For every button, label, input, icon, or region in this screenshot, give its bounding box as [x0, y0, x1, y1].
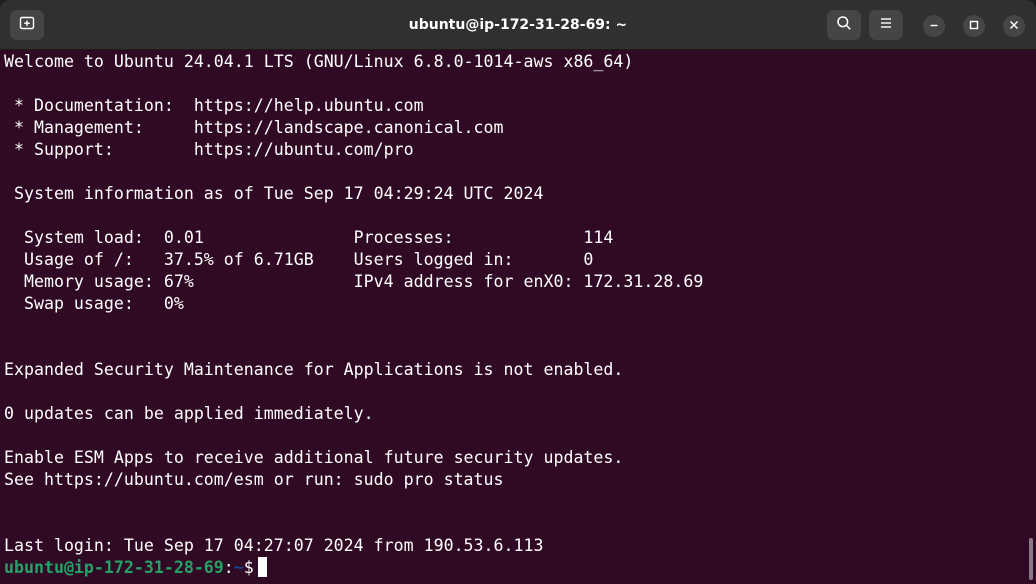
prompt-symbol: $ — [243, 558, 254, 577]
close-button[interactable] — [1003, 15, 1025, 37]
terminal-output[interactable]: Welcome to Ubuntu 24.04.1 LTS (GNU/Linux… — [0, 50, 1030, 584]
minimize-button[interactable] — [923, 15, 945, 37]
search-icon — [836, 15, 852, 36]
minimize-icon — [929, 17, 939, 35]
prompt-path: ~ — [233, 558, 244, 577]
esm-status-line: Expanded Security Maintenance for Applic… — [4, 360, 624, 379]
stats-line: Swap usage: 0% — [4, 294, 184, 313]
management-line: * Management: https://landscape.canonica… — [4, 118, 504, 137]
prompt-user-host: ubuntu@ip-172-31-28-69 — [4, 558, 224, 577]
maximize-icon — [969, 17, 979, 35]
scrollbar[interactable] — [1029, 538, 1033, 580]
close-icon — [1009, 17, 1019, 35]
support-line: * Support: https://ubuntu.com/pro — [4, 140, 414, 159]
stats-line: Memory usage: 67% IPv4 address for enX0:… — [4, 272, 704, 291]
search-button[interactable] — [827, 10, 861, 40]
menu-button[interactable] — [869, 10, 903, 40]
system-info-line: System information as of Tue Sep 17 04:2… — [4, 184, 544, 203]
stats-line: Usage of /: 37.5% of 6.71GB Users logged… — [4, 250, 594, 269]
terminal-window: ubuntu@ip-172-31-28-69: ~ Welcome to Ubu… — [0, 0, 1036, 584]
maximize-button[interactable] — [963, 15, 985, 37]
hamburger-menu-icon — [879, 16, 893, 35]
updates-line: 0 updates can be applied immediately. — [4, 404, 374, 423]
new-tab-button[interactable] — [10, 10, 44, 40]
last-login-line: Last login: Tue Sep 17 04:27:07 2024 fro… — [4, 536, 544, 555]
new-tab-icon — [19, 15, 35, 36]
stats-line: System load: 0.01 Processes: 114 — [4, 228, 614, 247]
prompt-separator: : — [223, 558, 234, 577]
welcome-line: Welcome to Ubuntu 24.04.1 LTS (GNU/Linux… — [4, 52, 634, 71]
enable-esm-line: Enable ESM Apps to receive additional fu… — [4, 448, 624, 467]
text-cursor — [257, 557, 267, 577]
documentation-line: * Documentation: https://help.ubuntu.com — [4, 96, 424, 115]
see-esm-line: See https://ubuntu.com/esm or run: sudo … — [4, 470, 504, 489]
title-bar: ubuntu@ip-172-31-28-69: ~ — [0, 0, 1036, 50]
prompt-line[interactable]: ubuntu@ip-172-31-28-69:~$ — [4, 557, 267, 579]
